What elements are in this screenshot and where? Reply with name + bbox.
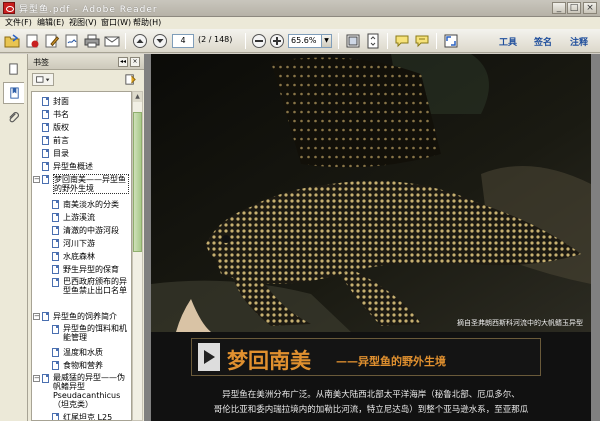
- bookmark-icon: [52, 413, 59, 420]
- photo-caption: 摘自圣弗朗西斯科河流中的大帆鳍玉异型: [457, 319, 583, 327]
- comment-link[interactable]: 注释: [570, 35, 588, 48]
- options-menu-icon[interactable]: [32, 73, 54, 86]
- menu-help[interactable]: 帮助(H): [133, 17, 161, 29]
- adobe-reader-window: 异型鱼.pdf - Adobe Reader _ □ × 文件(F) 编辑(E)…: [0, 0, 600, 421]
- scrollbar-thumb[interactable]: [133, 112, 142, 252]
- chapter-heading: 梦回南美: [227, 348, 311, 373]
- menu-bar: 文件(F) 编辑(E) 视图(V) 窗口(W) 帮助(H): [0, 17, 600, 29]
- chapter-heading-box: 梦回南美 ——异型鱼的野外生境: [191, 338, 541, 376]
- minimize-button[interactable]: _: [552, 2, 566, 14]
- highlight-icon[interactable]: [413, 32, 431, 50]
- close-button[interactable]: ×: [583, 2, 597, 14]
- play-arrow-icon: [198, 343, 220, 371]
- toolbar: 4 (2 / 148) 65.6% ▼ 工具 签名 注释: [0, 29, 600, 53]
- bookmark-icon: [42, 162, 49, 171]
- page-number-input[interactable]: 4: [172, 34, 194, 48]
- tools-link[interactable]: 工具: [499, 35, 517, 48]
- create-pdf-icon[interactable]: [23, 32, 41, 50]
- menu-window[interactable]: 窗口(W): [101, 17, 131, 29]
- bookmark-icon: [52, 325, 59, 334]
- collapse-panel-icon[interactable]: ◂◂: [118, 57, 128, 67]
- page-thumbnails-icon[interactable]: [3, 58, 24, 80]
- zoom-in-icon[interactable]: [268, 32, 286, 50]
- bookmark-icon: [42, 136, 49, 145]
- bookmark-icon: [42, 312, 49, 321]
- bookmark-tree: 封面 书名 版权 前言 目录 异型鱼概述 − 梦回南美——异型鱼的野外生境 南美…: [31, 91, 132, 421]
- email-icon[interactable]: [103, 32, 121, 50]
- bookmark-icon: [42, 123, 49, 132]
- bookmark-icon: [42, 175, 49, 184]
- body-text-line: 异型鱼在美洲分布广泛。从南美大陆西北部太平洋海岸（秘鲁北部、厄瓜多尔、: [222, 390, 520, 400]
- sign-link[interactable]: 签名: [534, 35, 552, 48]
- previous-page-icon[interactable]: [131, 32, 149, 50]
- open-icon[interactable]: [3, 32, 21, 50]
- bookmark-icon: [52, 239, 59, 248]
- chapter-subheading: ——异型鱼的野外生境: [336, 355, 446, 368]
- window-title: 异型鱼.pdf - Adobe Reader: [19, 5, 158, 15]
- zoom-dropdown-icon[interactable]: ▼: [322, 34, 332, 48]
- body-text-line: 哥伦比亚和委内瑞拉境内的加勒比河流，特立尼达岛）到整个亚马逊水系，至亚那瓜: [213, 405, 529, 415]
- bookmark-icon: [42, 374, 49, 383]
- adobe-reader-icon: [3, 2, 15, 14]
- scroll-up-icon[interactable]: ▲: [133, 92, 142, 102]
- bookmark-icon: [52, 348, 59, 357]
- zoom-out-icon[interactable]: [250, 32, 268, 50]
- bookmark-icon: [42, 149, 49, 158]
- edit-icon[interactable]: [43, 32, 61, 50]
- fit-page-icon[interactable]: [364, 32, 382, 50]
- next-page-icon[interactable]: [151, 32, 169, 50]
- zoom-level-input[interactable]: 65.6%: [288, 34, 322, 48]
- bookmark-item-selected[interactable]: − 梦回南美——异型鱼的野外生境: [32, 174, 131, 196]
- bookmarks-panel-header: 书签 ◂◂ ×: [28, 54, 144, 70]
- full-screen-icon[interactable]: [442, 32, 460, 50]
- attachments-icon[interactable]: [3, 106, 24, 128]
- menu-view[interactable]: 视图(V): [69, 17, 97, 29]
- bookmark-icon: [42, 97, 49, 106]
- bookmark-icon: [42, 110, 49, 119]
- print-icon[interactable]: [83, 32, 101, 50]
- signature-icon[interactable]: [63, 32, 81, 50]
- bookmark-icon: [52, 252, 59, 261]
- collapse-toggle-icon[interactable]: −: [33, 176, 40, 183]
- page-count: (2 / 148): [198, 35, 233, 44]
- bookmarks-toolbar: [28, 71, 144, 89]
- close-panel-icon[interactable]: ×: [130, 57, 140, 67]
- bookmark-icon: [52, 200, 59, 209]
- actual-size-icon[interactable]: [344, 32, 362, 50]
- bookmarks-scrollbar[interactable]: ▲: [132, 91, 143, 421]
- bookmarks-panel: 书签 ◂◂ × 封面 书名 版权 前言 目录 异型鱼概述 − 梦回南美——异型鱼…: [28, 54, 144, 421]
- bookmark-icon: [52, 278, 59, 287]
- menu-edit[interactable]: 编辑(E): [37, 17, 64, 29]
- bookmark-icon: [52, 265, 59, 274]
- bookmark-icon: [52, 213, 59, 222]
- comment-icon[interactable]: [393, 32, 411, 50]
- bookmarks-panel-title: 书签: [33, 58, 49, 67]
- bookmark-icon: [52, 226, 59, 235]
- navigation-pane-strip: [0, 54, 28, 421]
- fish-photo: [151, 54, 591, 332]
- bookmark-icon: [52, 361, 59, 370]
- title-bar: 异型鱼.pdf - Adobe Reader _ □ ×: [0, 0, 600, 17]
- document-view[interactable]: 摘自圣弗朗西斯科河流中的大帆鳍玉异型 梦回南美 ——异型鱼的野外生境 异型鱼在美…: [144, 54, 600, 421]
- bookmarks-tab-icon[interactable]: [3, 82, 24, 104]
- collapse-toggle-icon[interactable]: −: [33, 375, 40, 382]
- new-bookmark-icon[interactable]: [124, 73, 138, 86]
- maximize-button[interactable]: □: [567, 2, 581, 14]
- menu-file[interactable]: 文件(F): [5, 17, 32, 29]
- pdf-page: 摘自圣弗朗西斯科河流中的大帆鳍玉异型 梦回南美 ——异型鱼的野外生境 异型鱼在美…: [151, 54, 591, 421]
- collapse-toggle-icon[interactable]: −: [33, 313, 40, 320]
